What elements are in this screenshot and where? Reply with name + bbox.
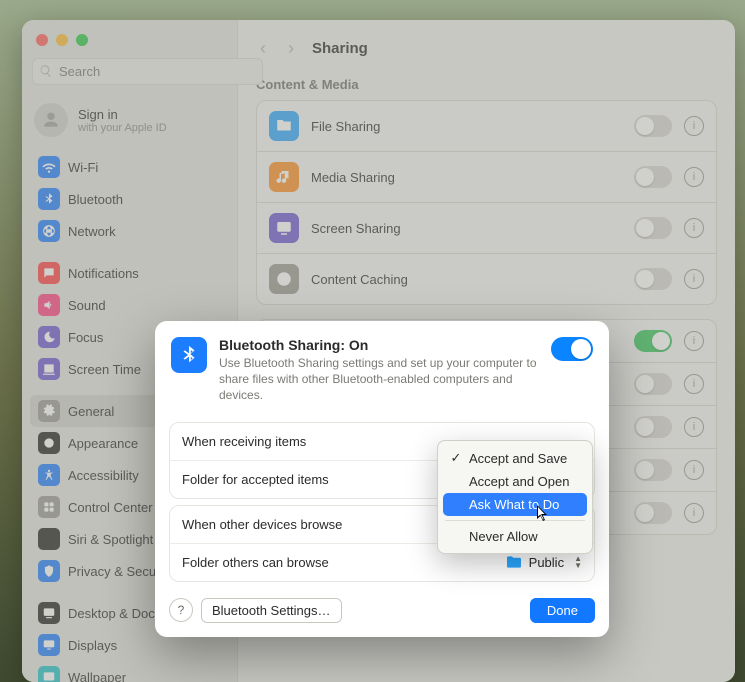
menu-option[interactable]: Never Allow — [443, 525, 587, 548]
menu-option-label: Never Allow — [469, 529, 538, 544]
check-icon: ✓ — [449, 450, 463, 466]
cursor-icon — [536, 504, 550, 525]
menu-option[interactable]: ✓ Accept and Save — [443, 446, 587, 470]
bluetooth-icon — [171, 337, 207, 373]
bluetooth-settings-button[interactable]: Bluetooth Settings… — [201, 598, 342, 623]
folder-icon — [505, 555, 523, 569]
sheet-description: Use Bluetooth Sharing settings and set u… — [219, 355, 539, 404]
stepper-icon: ▲▼ — [574, 555, 582, 569]
menu-option-label: Accept and Open — [469, 474, 569, 489]
bluetooth-sharing-toggle[interactable] — [551, 337, 593, 361]
menu-option-label: Accept and Save — [469, 451, 567, 466]
help-button[interactable]: ? — [169, 598, 193, 622]
browse-folder-select[interactable]: Public ▲▼ — [505, 555, 582, 570]
done-button[interactable]: Done — [530, 598, 595, 623]
receiving-items-menu: ✓ Accept and Save Accept and Open Ask What … — [437, 440, 593, 554]
sheet-title: Bluetooth Sharing: On — [219, 337, 539, 353]
browse-folder-label: Folder others can browse — [182, 555, 505, 570]
menu-option[interactable]: Ask What to Do — [443, 493, 587, 516]
menu-option[interactable]: Accept and Open — [443, 470, 587, 493]
browse-folder-value: Public — [529, 555, 564, 570]
